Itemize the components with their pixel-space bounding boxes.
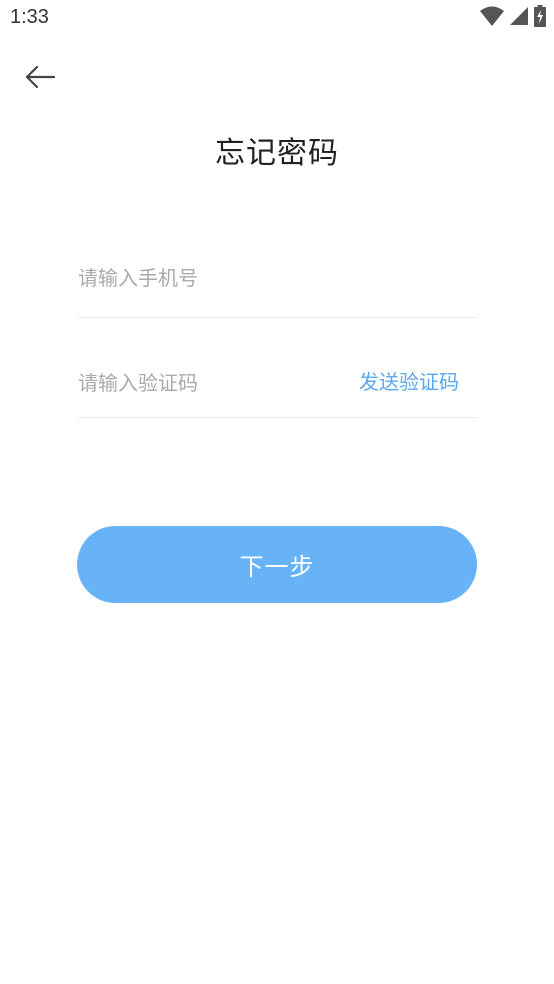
verification-code-input[interactable] <box>78 371 338 395</box>
next-button[interactable]: 下一步 <box>77 526 477 603</box>
next-button-label: 下一步 <box>239 553 315 581</box>
status-bar: 1:33 <box>0 0 554 38</box>
wifi-icon <box>480 6 504 30</box>
battery-charging-icon <box>534 5 546 31</box>
phone-input[interactable] <box>78 266 468 290</box>
signal-icon <box>510 7 528 29</box>
page-title: 忘记密码 <box>215 136 339 171</box>
status-time: 1:33 <box>10 6 49 28</box>
verification-code-field: 发送验证码 <box>78 356 477 418</box>
back-button[interactable] <box>22 62 58 96</box>
status-icons <box>480 5 546 31</box>
arrow-left-icon <box>24 65 56 93</box>
send-code-button[interactable]: 发送验证码 <box>359 366 459 395</box>
phone-field <box>78 252 477 318</box>
